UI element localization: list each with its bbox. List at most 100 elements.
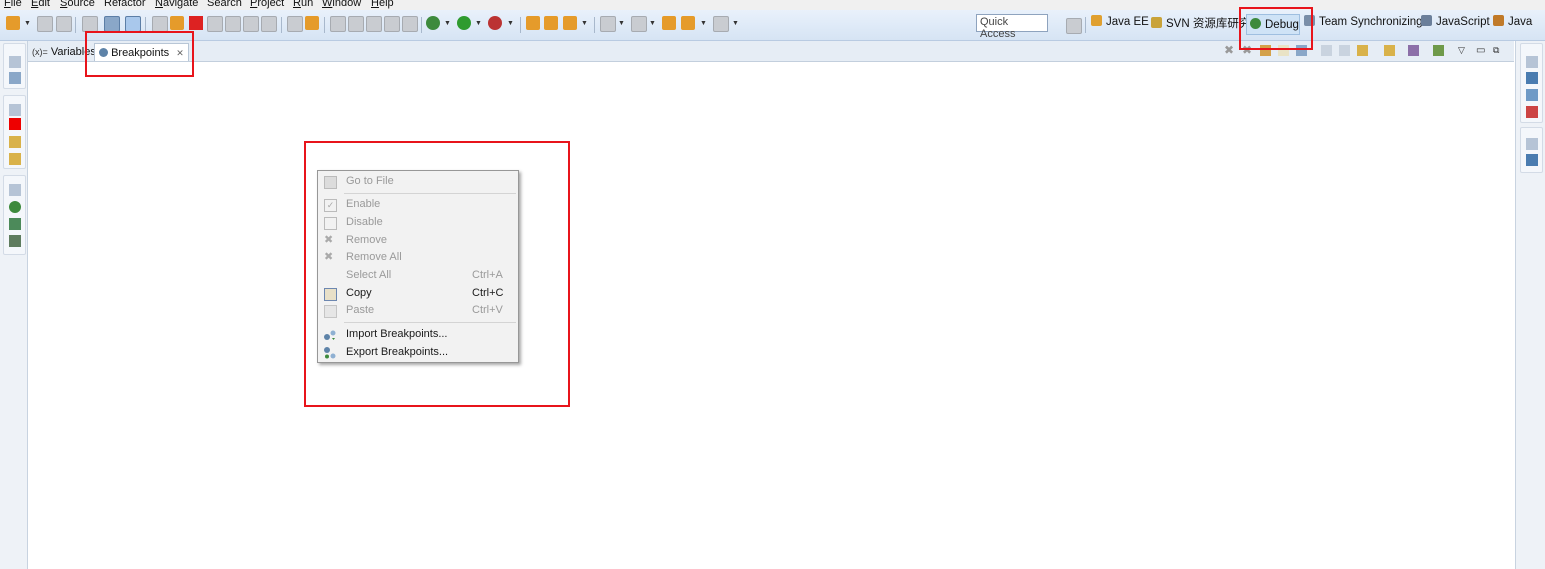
save-icon[interactable] bbox=[37, 16, 53, 32]
step-return-icon[interactable] bbox=[261, 16, 277, 32]
open-console-icon[interactable] bbox=[104, 16, 120, 32]
new-icon[interactable] bbox=[6, 16, 20, 30]
menu-file[interactable]: File bbox=[4, 0, 22, 9]
perspective-javascript[interactable]: JavaScript bbox=[1421, 15, 1490, 28]
highlight-debug-perspective bbox=[1239, 7, 1313, 50]
menu-run[interactable]: Run bbox=[293, 0, 313, 9]
resume-icon[interactable] bbox=[152, 16, 168, 32]
open-task-icon[interactable] bbox=[526, 16, 540, 30]
external-tools-dropdown-icon[interactable]: ▼ bbox=[507, 20, 514, 27]
search-dropdown-icon[interactable]: ▼ bbox=[581, 20, 588, 27]
menu-project[interactable]: Project bbox=[250, 0, 284, 9]
perspective-label: Java EE bbox=[1106, 16, 1149, 28]
group-by-icon[interactable] bbox=[1408, 45, 1419, 56]
right-trim-stack bbox=[1515, 41, 1545, 569]
toolbar-separator bbox=[281, 17, 282, 33]
open-type-icon[interactable] bbox=[366, 16, 382, 32]
collapse-all-icon[interactable] bbox=[1339, 45, 1350, 56]
search-icon[interactable] bbox=[563, 16, 577, 30]
perspective-label: Team Synchronizing bbox=[1319, 16, 1423, 28]
previous-annotation-dropdown-icon[interactable]: ▼ bbox=[649, 20, 656, 27]
menu-edit[interactable]: Edit bbox=[31, 0, 50, 9]
show-whitespace-icon[interactable] bbox=[402, 16, 418, 32]
run-dropdown-icon[interactable]: ▼ bbox=[475, 20, 482, 27]
link-with-debug-icon[interactable] bbox=[1357, 45, 1368, 56]
step-over-icon[interactable] bbox=[243, 16, 259, 32]
quick-access-input[interactable]: Quick Access bbox=[976, 14, 1048, 40]
menu-window[interactable]: Window bbox=[322, 0, 361, 9]
left-trim-stack bbox=[0, 41, 28, 569]
menu-source[interactable]: Source bbox=[60, 0, 95, 9]
view-menu-icon[interactable]: ▽ bbox=[1458, 45, 1469, 56]
trim-group bbox=[3, 43, 26, 89]
outline-view-icon[interactable] bbox=[9, 218, 21, 230]
perspective-java-ee[interactable]: Java EE bbox=[1091, 15, 1149, 28]
step-into-icon[interactable] bbox=[225, 16, 241, 32]
open-folder-icon[interactable] bbox=[544, 16, 558, 30]
outline-tree-icon[interactable] bbox=[1526, 154, 1538, 166]
variables-icon: (x)= bbox=[32, 47, 48, 57]
toggle-mark-icon[interactable] bbox=[384, 16, 400, 32]
trim-group bbox=[3, 95, 26, 169]
restore-icon[interactable] bbox=[1526, 56, 1538, 68]
new-wizard-icon[interactable] bbox=[348, 16, 364, 32]
print-icon[interactable] bbox=[82, 16, 98, 32]
debug-dropdown-icon[interactable]: ▼ bbox=[444, 20, 451, 27]
perspective-label: SVN 资源库研究 bbox=[1166, 18, 1251, 30]
perspective-svn[interactable]: SVN 资源库研究 bbox=[1151, 15, 1250, 31]
terminate-icon[interactable] bbox=[189, 16, 203, 30]
highlight-context-menu bbox=[304, 141, 570, 407]
forward-arrow-icon[interactable] bbox=[713, 16, 729, 32]
new-server-icon[interactable] bbox=[330, 16, 346, 32]
project-explorer-icon[interactable] bbox=[9, 72, 21, 84]
run-icon[interactable] bbox=[457, 16, 471, 30]
tasks-view-icon[interactable] bbox=[1526, 89, 1538, 101]
menu-navigate[interactable]: Navigate bbox=[155, 0, 198, 9]
restore-icon[interactable] bbox=[1526, 138, 1538, 150]
forward-dropdown-icon[interactable]: ▼ bbox=[732, 20, 739, 27]
menu-search[interactable]: Search bbox=[207, 0, 242, 9]
trim-group bbox=[1520, 43, 1543, 123]
search-results-icon[interactable] bbox=[9, 153, 21, 165]
remove-selected-icon[interactable]: ✖ bbox=[1224, 43, 1235, 57]
disconnect-icon[interactable] bbox=[207, 16, 223, 32]
add-java-exception-icon[interactable] bbox=[1384, 45, 1395, 56]
import-icon[interactable] bbox=[1433, 45, 1444, 56]
open-perspective-icon[interactable] bbox=[1066, 18, 1082, 34]
menu-refactor[interactable]: Refactor bbox=[104, 0, 146, 9]
restore-icon[interactable] bbox=[9, 104, 21, 116]
new-dropdown-icon[interactable]: ▼ bbox=[24, 20, 31, 27]
toolbar-separator bbox=[75, 17, 76, 33]
back-arrow-icon[interactable] bbox=[681, 16, 695, 30]
perspective-java[interactable]: Java bbox=[1493, 15, 1532, 28]
suspend-icon[interactable] bbox=[170, 16, 184, 30]
last-edit-location-icon[interactable] bbox=[662, 16, 676, 30]
skip-breakpoints-icon[interactable] bbox=[125, 16, 141, 32]
menu-help[interactable]: Help bbox=[371, 0, 394, 9]
next-annotation-dropdown-icon[interactable]: ▼ bbox=[618, 20, 625, 27]
use-step-filters-icon[interactable] bbox=[305, 16, 319, 30]
trim-group bbox=[1520, 127, 1543, 173]
stop-view-icon[interactable] bbox=[9, 118, 21, 130]
debug-view-icon[interactable] bbox=[9, 201, 21, 213]
save-all-icon[interactable] bbox=[56, 16, 72, 32]
restore-icon[interactable] bbox=[9, 184, 21, 196]
debug-run-icon[interactable] bbox=[426, 16, 440, 30]
back-dropdown-icon[interactable]: ▼ bbox=[700, 20, 707, 27]
perspective-team-sync[interactable]: Team Synchronizing bbox=[1304, 15, 1423, 28]
restore-icon[interactable] bbox=[9, 56, 21, 68]
expand-all-icon[interactable] bbox=[1321, 45, 1332, 56]
java-perspective-icon bbox=[1493, 15, 1504, 26]
drop-to-frame-icon[interactable] bbox=[287, 16, 303, 32]
previous-annotation-icon[interactable] bbox=[631, 16, 647, 32]
maximize-icon[interactable]: ⧉ bbox=[1493, 45, 1504, 56]
minimize-icon[interactable]: ▭ bbox=[1476, 45, 1487, 56]
search-view-icon[interactable] bbox=[9, 136, 21, 148]
next-annotation-icon[interactable] bbox=[600, 16, 616, 32]
java-ee-perspective-icon bbox=[1091, 15, 1102, 26]
servers-view-icon[interactable] bbox=[9, 235, 21, 247]
toolbar-separator bbox=[594, 17, 595, 33]
console-view-icon[interactable] bbox=[1526, 72, 1538, 84]
external-tools-icon[interactable] bbox=[488, 16, 502, 30]
problems-view-icon[interactable] bbox=[1526, 106, 1538, 118]
